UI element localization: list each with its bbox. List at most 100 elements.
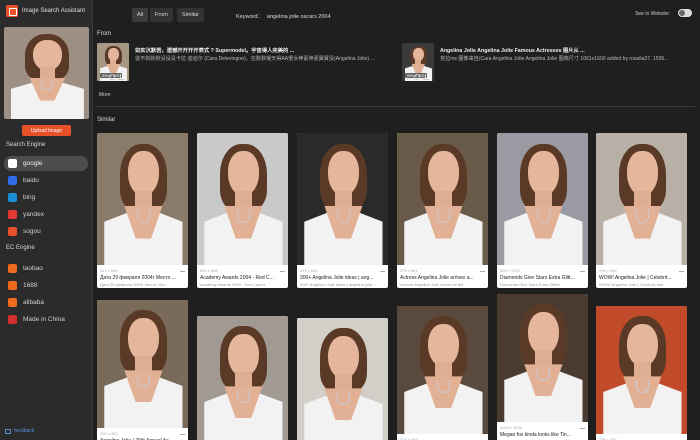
keyword-value: angelina jolie oscars 2004 (266, 14, 331, 20)
similar-image[interactable] (596, 306, 687, 434)
similar-subcaption: 200+ Angelina Jolie ideas | angelina jol… (300, 282, 377, 287)
search-engine-label: google (23, 160, 43, 167)
similar-image[interactable] (397, 133, 488, 265)
tab-all[interactable]: All (132, 8, 149, 22)
ec-engine-item[interactable]: taobao (4, 261, 88, 276)
1688-icon (8, 281, 17, 290)
yandex-icon (8, 210, 17, 219)
search-engine-item[interactable]: sogou (4, 224, 88, 239)
similar-caption[interactable]: Academy Awards 2004 - Red C... (200, 275, 284, 281)
google-icon (8, 159, 17, 168)
download-icon[interactable] (380, 268, 385, 272)
query-image[interactable] (4, 27, 89, 119)
section-divider (95, 106, 695, 107)
similar-caption[interactable]: Diamonds Give Stars Extra Glitt... (500, 275, 584, 281)
image-size: 413 x 606 (100, 268, 118, 273)
baidu-icon (8, 176, 17, 185)
similar-image[interactable] (497, 133, 588, 265)
similar-card[interactable]: 236 x 354Angelina Jolie style | Angelina… (596, 306, 687, 440)
similar-image[interactable] (397, 306, 488, 434)
upload-image-button[interactable]: Upload Image (22, 125, 71, 136)
sidebar: Image Search Assistant Upload Image Sear… (0, 0, 93, 440)
similar-card[interactable] (197, 316, 288, 440)
similar-subcaption: Diamonds Give Stars Extra Glitter (500, 282, 561, 287)
similar-image[interactable] (297, 318, 388, 440)
search-engine-item[interactable]: yandex (4, 207, 88, 222)
app-root: Image Search Assistant Upload Image Sear… (0, 0, 700, 440)
image-size: 800 x 1200 (500, 268, 520, 273)
sogou-icon (8, 227, 17, 236)
similar-image[interactable] (197, 316, 288, 440)
feedback-link[interactable]: feedback (5, 428, 34, 434)
from-item-title[interactable]: 如实沉默若，遗憾开开开开表式 ? Supermodel。宇宙得人完美的 ... (135, 46, 391, 54)
image-size: 1024 x 1536 (500, 425, 523, 430)
similar-card[interactable]: 594 x 896 Academy Awards 2004 - Red C... A… (197, 133, 288, 288)
similar-caption[interactable]: 200+ Angelina Jolie ideas | ang... (300, 275, 384, 281)
similar-card[interactable]: 800 x 1200 Diamonds Give Stars Extra Glit… (497, 133, 588, 288)
more-link[interactable]: More (99, 92, 110, 98)
from-item-desc: 克拉ms 图像来自(Cara Angelina Jolie Angelina J… (440, 56, 669, 62)
see-in-website-label: See in Website: (635, 11, 670, 17)
similar-image[interactable] (596, 133, 687, 265)
download-icon[interactable] (580, 425, 585, 429)
download-icon[interactable] (180, 431, 185, 435)
similar-card[interactable]: 375 x 561 Actress Angelina Jolie arrives … (397, 133, 488, 288)
image-size: 472 x 624 (300, 268, 318, 273)
image-size: 290 x 400 (100, 431, 118, 436)
similar-image[interactable] (97, 133, 188, 265)
ec-engine-item[interactable]: 1688 (4, 278, 88, 293)
tab-similar[interactable]: Similar (177, 8, 204, 22)
download-icon[interactable] (580, 268, 585, 272)
search-engine-item[interactable]: baidu (4, 173, 88, 188)
similar-card[interactable] (297, 318, 388, 440)
similar-image[interactable] (297, 133, 388, 265)
bing-icon (8, 193, 17, 202)
similar-caption[interactable]: Actress Angelina Jolie arrives a... (400, 275, 484, 281)
similar-card[interactable]: 472 x 624 200+ Angelina Jolie ideas | ang… (297, 133, 388, 288)
from-item[interactable]: 396 x 905 如实沉默若，遗憾开开开开表式 ? Supermodel。宇宙… (97, 43, 393, 81)
feedback-label: feedback (14, 428, 35, 434)
search-engine-label: sogou (23, 228, 41, 235)
search-engine-item[interactable]: bing (4, 190, 88, 205)
zoom-icon[interactable] (109, 74, 115, 80)
download-icon[interactable] (280, 268, 285, 272)
download-icon[interactable] (180, 268, 185, 272)
made-in-china-icon (8, 315, 17, 324)
ec-engine-item[interactable]: Made in China (4, 312, 88, 327)
ec-engine-item[interactable]: alibaba (4, 295, 88, 310)
similar-caption[interactable]: Megan fox kinda looks like Tin... (500, 432, 584, 438)
tab-from[interactable]: From (150, 8, 173, 22)
similar-subcaption: Дата 29 февраля 2004г Место: Лос ... (100, 282, 170, 287)
app-name: Image Search Assistant (22, 8, 86, 14)
download-icon[interactable] (118, 74, 124, 80)
see-in-website-toggle[interactable] (678, 9, 692, 17)
search-engine-label: bing (23, 194, 36, 201)
from-item[interactable]: 599 x 905 Angelina Jolie Angelina Jolie … (402, 43, 698, 81)
from-item-title[interactable]: Angelina Jolie Angelina Jolie Famous Act… (440, 46, 696, 54)
similar-card[interactable]: 296 x 306 WOW! Angelina Jolie | Celebrit.… (596, 133, 687, 288)
similar-card[interactable]: 413 x 606 Дата 29 февраля 2004г Место ...… (97, 133, 188, 288)
from-section-title: From (97, 31, 111, 37)
top-bar: All From Similar Keyword： angelina jolie … (93, 0, 700, 30)
ec-engine-label: alibaba (23, 299, 44, 306)
download-icon[interactable] (679, 268, 684, 272)
similar-caption[interactable]: WOW! Angelina Jolie | Celebrit... (599, 275, 683, 281)
image-size: 296 x 306 (599, 268, 617, 273)
similar-card[interactable]: 290 x 400Angelina Jolie | 76th Annual Ac… (97, 300, 188, 440)
similar-card[interactable]: 1024 x 1536 Megan fox kinda looks like Ti… (497, 294, 588, 440)
zoom-icon[interactable] (414, 74, 420, 80)
keyword-label: Keyword： (236, 14, 263, 20)
similar-caption[interactable]: Дата 29 февраля 2004г Место ... (100, 275, 184, 281)
similar-card[interactable]: 375 x 584 (397, 306, 488, 440)
similar-section-title: Similar (97, 117, 116, 123)
search-engine-list: google baidu bing yandex sogou (4, 156, 88, 241)
download-icon[interactable] (480, 268, 485, 272)
similar-image[interactable] (97, 300, 188, 428)
download-icon[interactable] (423, 74, 429, 80)
search-engine-label: yandex (23, 211, 44, 218)
search-engine-item[interactable]: google (4, 156, 88, 171)
similar-image[interactable] (197, 133, 288, 265)
keyword: Keyword： angelina jolie oscars 2004 (236, 12, 331, 20)
similar-image[interactable] (497, 294, 588, 422)
app-logo-icon (6, 5, 18, 17)
